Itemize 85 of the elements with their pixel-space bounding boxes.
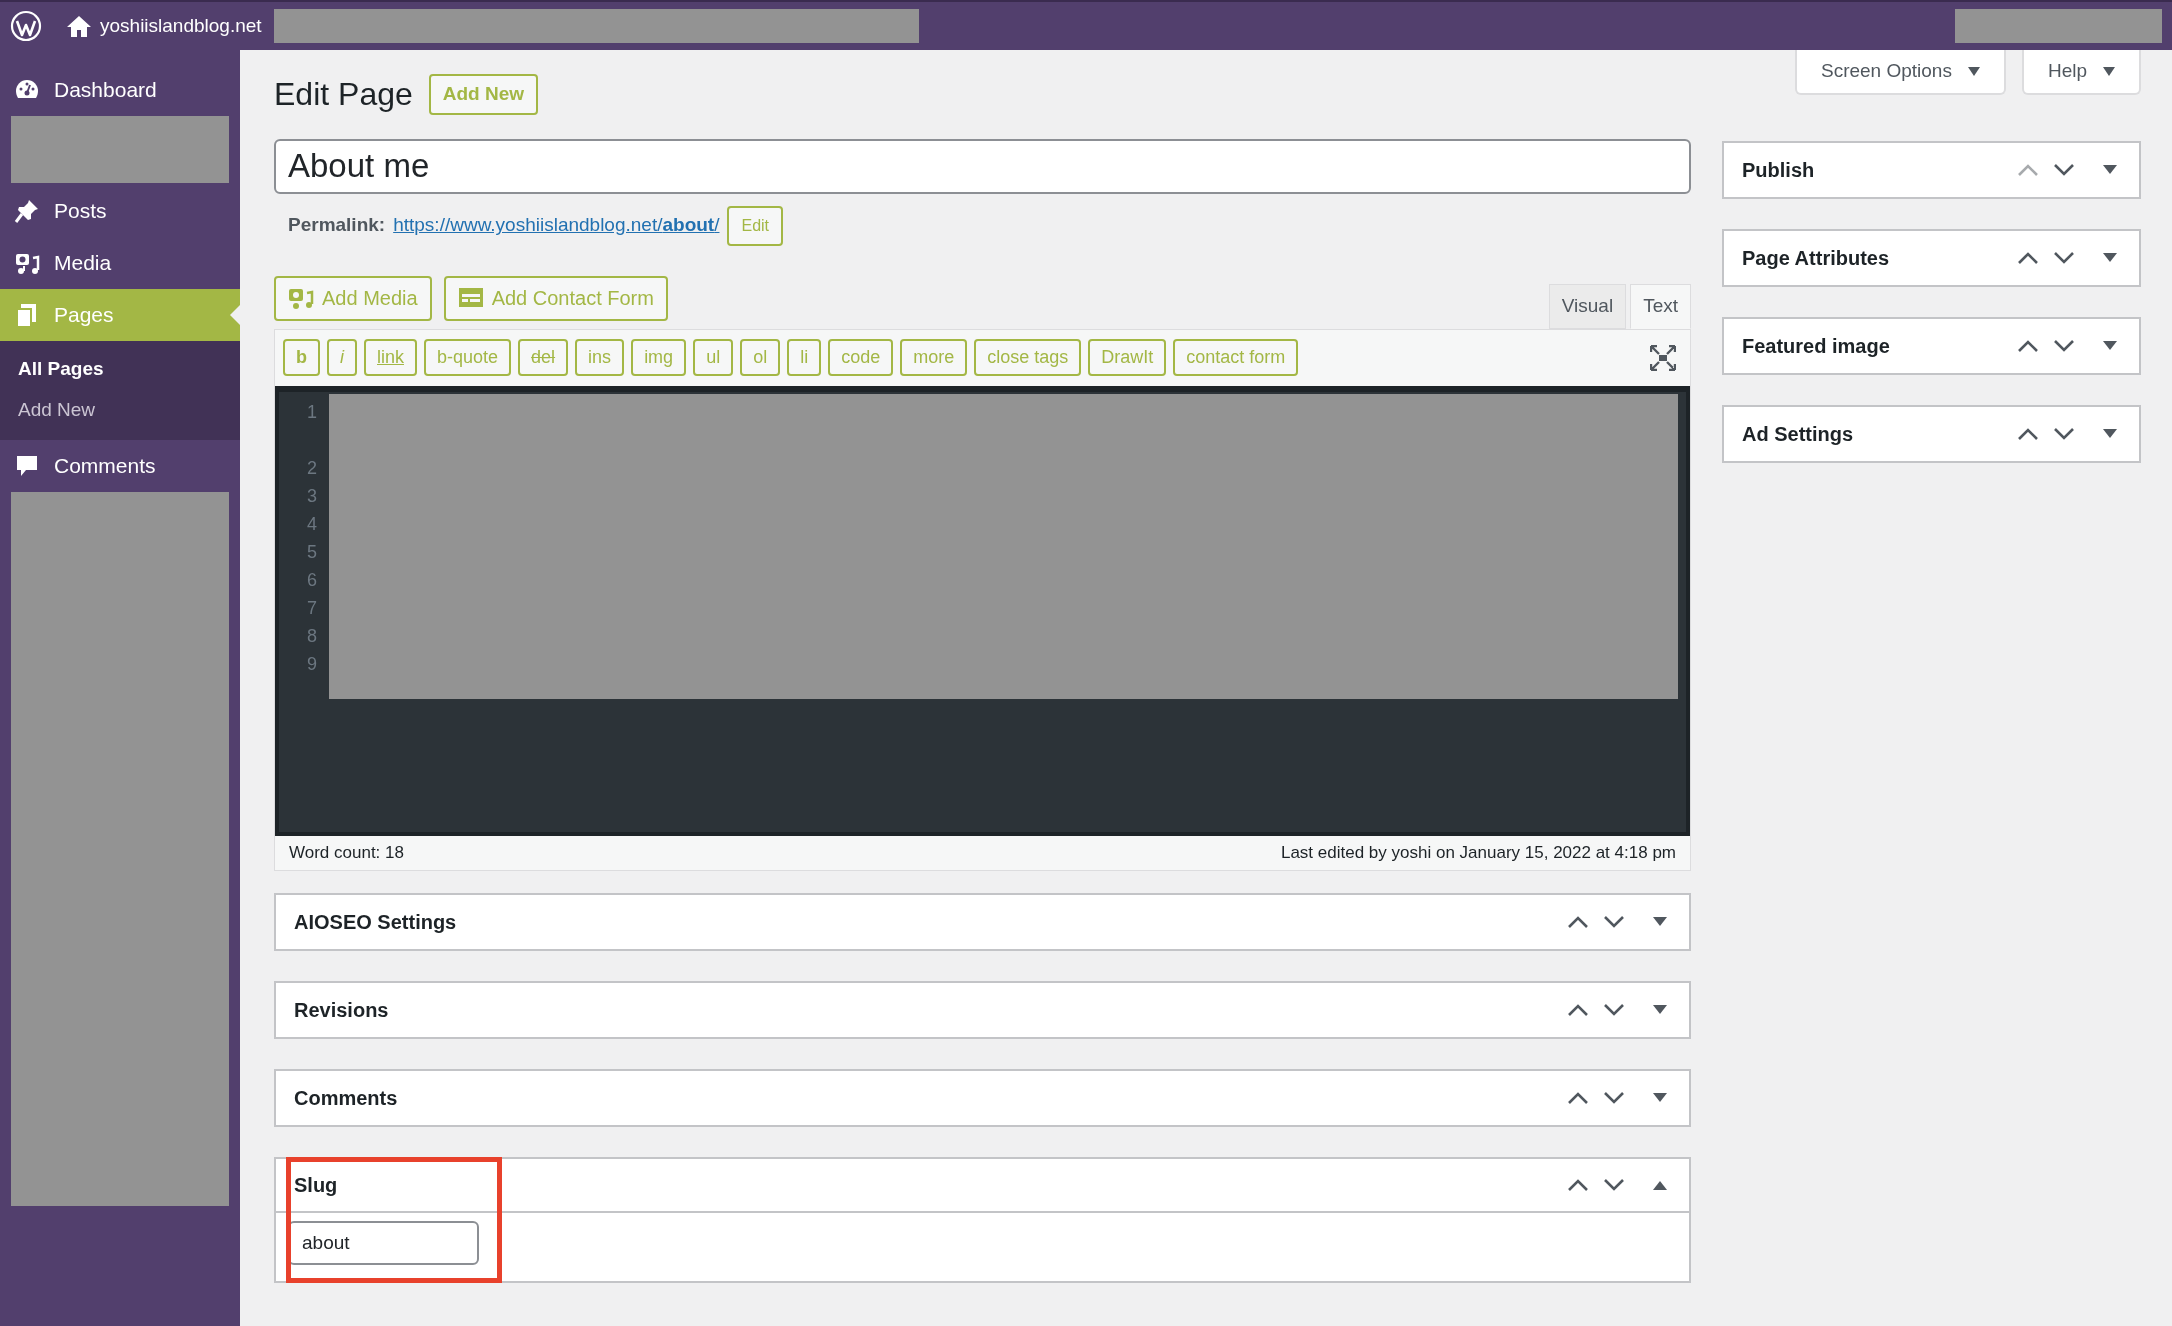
- sidebar-item[interactable]: Comments: [0, 440, 240, 492]
- slug-field[interactable]: about: [288, 1220, 479, 1265]
- line-number: 8: [306, 624, 317, 648]
- fullscreen-icon[interactable]: [1650, 344, 1676, 371]
- site-name-link[interactable]: yoshiislandblog.net: [66, 11, 262, 41]
- quicktag-button[interactable]: i: [327, 339, 357, 376]
- submenu-item[interactable]: All Pages: [0, 349, 240, 390]
- box-title: Comments: [294, 1085, 398, 1111]
- triangle-down-icon[interactable]: [2103, 164, 2117, 175]
- last-edited-text: Last edited by yoshi on January 15, 2022 at 4:18 pm: [1280, 841, 1676, 864]
- quicktag-button[interactable]: ul: [693, 339, 734, 376]
- box-title: Slug: [294, 1172, 338, 1198]
- screen-meta-tab[interactable]: Help: [2021, 50, 2141, 95]
- chevron-up-icon[interactable]: [2017, 426, 2039, 441]
- line-number: 9: [306, 652, 317, 676]
- chevron-down-icon[interactable]: [2053, 162, 2075, 177]
- quicktag-button[interactable]: code: [828, 339, 894, 376]
- quicktag-button[interactable]: b-quote: [424, 339, 512, 376]
- triangle-down-icon[interactable]: [2103, 340, 2117, 351]
- triangle-down-icon[interactable]: [1653, 916, 1667, 927]
- box-title: Featured image: [1742, 333, 1890, 359]
- chevron-up-icon[interactable]: [1567, 1177, 1589, 1192]
- line-number: 3: [306, 484, 317, 508]
- line-number: 1: [306, 400, 317, 424]
- line-number: 6: [306, 568, 317, 592]
- quicktag-button[interactable]: link: [364, 339, 417, 376]
- edit-permalink-button[interactable]: Edit: [727, 205, 784, 246]
- box-title: Revisions: [294, 997, 389, 1023]
- quicktag-button[interactable]: contact form: [1173, 339, 1299, 376]
- quicktag-button[interactable]: img: [631, 339, 687, 376]
- submenu-item[interactable]: Add New: [0, 389, 240, 430]
- line-number: 2: [306, 456, 317, 480]
- pushpin-icon: [14, 198, 40, 224]
- chevron-down-icon[interactable]: [1603, 1090, 1625, 1105]
- chevron-down-icon[interactable]: [2053, 250, 2075, 265]
- quicktag-button[interactable]: more: [900, 339, 968, 376]
- quicktag-button[interactable]: b: [283, 339, 320, 376]
- chevron-up-icon[interactable]: [1567, 1090, 1589, 1105]
- chevron-down-icon[interactable]: [1603, 914, 1625, 929]
- chevron-up-icon[interactable]: [2017, 338, 2039, 353]
- wordpress-logo-icon[interactable]: [10, 10, 42, 42]
- permalink-link[interactable]: https://www.yoshiislandblog.net/about/: [393, 211, 720, 240]
- quicktag-button[interactable]: del: [518, 339, 569, 376]
- chevron-down-icon[interactable]: [2053, 338, 2075, 353]
- page-heading: Edit Page: [274, 75, 413, 114]
- line-number: 5: [306, 540, 317, 564]
- box-title: Page Attributes: [1742, 245, 1890, 271]
- screen-meta-tab[interactable]: Screen Options: [1794, 50, 2006, 95]
- box-title: Ad Settings: [1742, 421, 1854, 447]
- quicktag-button[interactable]: close tags: [974, 339, 1082, 376]
- quicktag-button[interactable]: ins: [575, 339, 625, 376]
- chevron-down-icon[interactable]: [1603, 1177, 1625, 1192]
- title-field[interactable]: About me: [274, 138, 1691, 194]
- add-new-button[interactable]: Add New: [428, 74, 539, 115]
- dropdown-triangle-icon: [1967, 67, 1980, 76]
- quicktag-button[interactable]: DrawIt: [1088, 339, 1167, 376]
- box-title: AIOSEO Settings: [294, 909, 457, 935]
- chevron-down-icon[interactable]: [1603, 1002, 1625, 1017]
- chevron-up-icon[interactable]: [1567, 914, 1589, 929]
- triangle-up-icon[interactable]: [1653, 1179, 1667, 1190]
- chevron-up-icon[interactable]: [1567, 1002, 1589, 1017]
- sidebar-item[interactable]: Media: [0, 237, 240, 289]
- editor-tab[interactable]: Visual: [1548, 283, 1627, 329]
- box-title: Publish: [1742, 157, 1815, 183]
- media-button[interactable]: Add Media: [274, 275, 432, 321]
- chevron-down-icon[interactable]: [2053, 426, 2075, 441]
- line-number: 4: [306, 512, 317, 536]
- home-icon: [66, 14, 92, 38]
- line-number: 7: [306, 596, 317, 620]
- permalink-label: Permalink:: [288, 213, 386, 238]
- editor-tab[interactable]: Text: [1630, 283, 1691, 329]
- sidebar-item[interactable]: Dashboard: [0, 64, 240, 116]
- dropdown-triangle-icon: [2103, 67, 2115, 76]
- code-editor[interactable]: 1 2 3 4 5 6 7 8 9: [275, 385, 1690, 836]
- quicktag-button[interactable]: li: [787, 339, 822, 376]
- word-count: Word count: 18: [289, 841, 404, 864]
- media-button[interactable]: Add Contact Form: [443, 275, 668, 321]
- triangle-down-icon[interactable]: [1653, 1004, 1667, 1015]
- sidebar-item[interactable]: Pages: [0, 289, 240, 341]
- chevron-up-icon[interactable]: [2017, 250, 2039, 265]
- triangle-down-icon[interactable]: [1653, 1092, 1667, 1103]
- triangle-down-icon[interactable]: [2103, 252, 2117, 263]
- sidebar-item[interactable]: Posts: [0, 185, 240, 237]
- triangle-down-icon[interactable]: [2103, 428, 2117, 439]
- quicktag-button[interactable]: ol: [740, 339, 781, 376]
